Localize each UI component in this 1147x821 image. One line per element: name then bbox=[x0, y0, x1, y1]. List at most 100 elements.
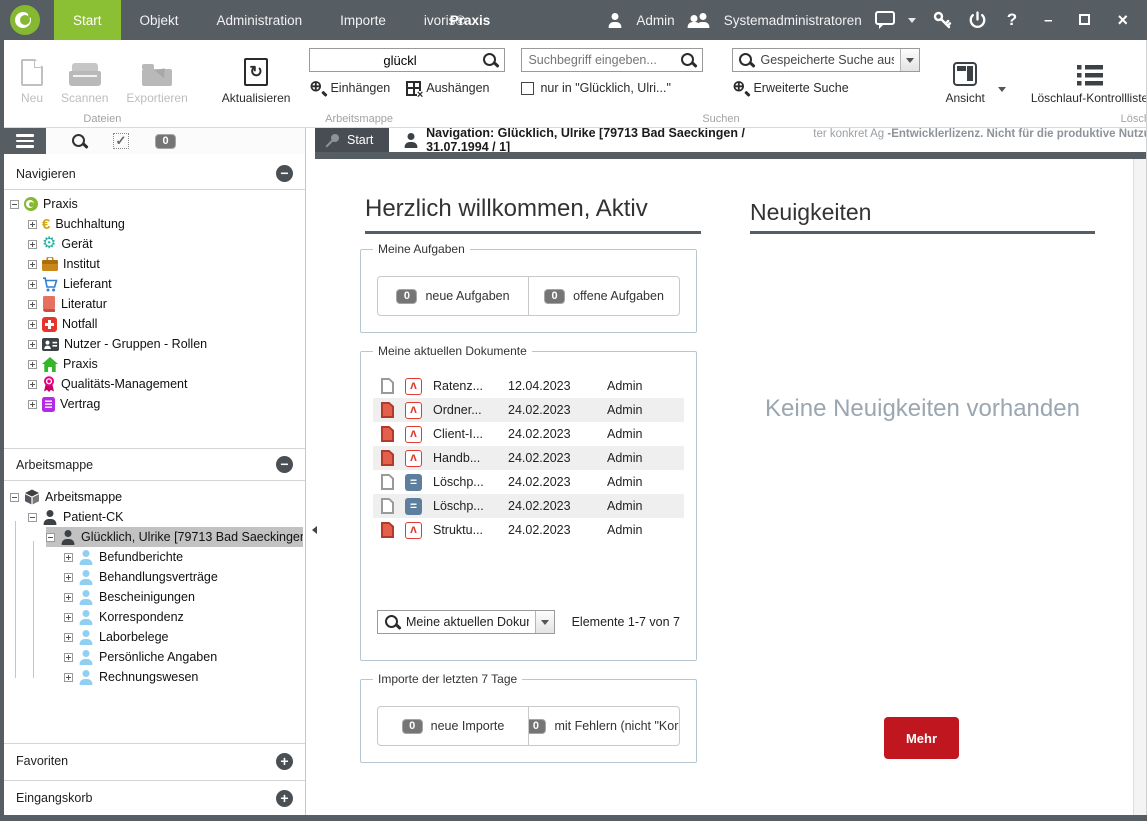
expand-box-icon[interactable] bbox=[64, 633, 73, 642]
loeschlauf-kontrollliste-button[interactable]: Löschlauf-Kontrollliste bbox=[1022, 45, 1147, 107]
expand-icon[interactable] bbox=[276, 753, 293, 770]
search-term-input[interactable] bbox=[528, 53, 676, 67]
document-row[interactable]: Client-I... 24.02.2023 Admin bbox=[373, 422, 684, 446]
tree-item-geraet[interactable]: Gerät bbox=[28, 234, 303, 254]
maximize-button[interactable] bbox=[1072, 12, 1097, 29]
sidebar-search-icon[interactable] bbox=[72, 134, 87, 149]
document-row[interactable]: Löschp... 24.02.2023 Admin bbox=[373, 470, 684, 494]
tree-item-rechnungswesen[interactable]: Rechnungswesen bbox=[64, 667, 303, 687]
aushaengen-button[interactable]: Aushängen bbox=[406, 80, 489, 96]
tree-item-korrespondenz[interactable]: Korrespondenz bbox=[64, 607, 303, 627]
help-button[interactable]: ? bbox=[1000, 10, 1024, 30]
einhaengen-button[interactable]: Einhängen bbox=[309, 80, 390, 96]
section-arbeitsmappe[interactable]: Arbeitsmappe bbox=[4, 448, 305, 481]
menu-start[interactable]: Start bbox=[54, 0, 121, 40]
expand-box-icon[interactable] bbox=[28, 380, 37, 389]
tree-item-selected-patient[interactable]: Glücklich, Ulrike [79713 Bad Saeckingen … bbox=[46, 527, 303, 547]
expand-box-icon[interactable] bbox=[28, 220, 37, 229]
expand-box-icon[interactable] bbox=[64, 673, 73, 682]
section-favoriten[interactable]: Favoriten bbox=[4, 743, 305, 778]
tree-item-behandlungsvertraege[interactable]: Behandlungsverträge bbox=[64, 567, 303, 587]
tree-item-arbeitsmappe-root[interactable]: Arbeitsmappe bbox=[10, 487, 303, 507]
menu-objekt[interactable]: Objekt bbox=[121, 0, 198, 40]
tree-item-lieferant[interactable]: Lieferant bbox=[28, 274, 303, 294]
collapse-box-icon[interactable] bbox=[46, 533, 55, 542]
dropdown-caret-icon[interactable] bbox=[900, 49, 919, 71]
imports-errors-button[interactable]: 0 mit Fehlern (nicht "Korr bbox=[529, 706, 680, 746]
ansicht-button[interactable]: Ansicht bbox=[936, 45, 993, 107]
workspace-search-input[interactable] bbox=[316, 53, 483, 68]
expand-box-icon[interactable] bbox=[28, 360, 37, 369]
sidebar-counter-badge[interactable]: 0 bbox=[155, 134, 176, 149]
aktualisieren-button[interactable]: Aktualisieren bbox=[213, 45, 300, 107]
collapse-box-icon[interactable] bbox=[10, 493, 19, 502]
document-row[interactable]: Ordner... 24.02.2023 Admin bbox=[373, 398, 684, 422]
nur-in-checkbox[interactable] bbox=[521, 82, 534, 95]
tree-item-buchhaltung[interactable]: Buchhaltung bbox=[28, 214, 303, 234]
tree-item-laborbelege[interactable]: Laborbelege bbox=[64, 627, 303, 647]
expand-icon[interactable] bbox=[276, 790, 293, 807]
scannen-button[interactable]: Scannen bbox=[52, 45, 117, 107]
erweiterte-suche-button[interactable]: Erweiterte Suche bbox=[732, 80, 920, 96]
expand-box-icon[interactable] bbox=[28, 280, 37, 289]
expand-box-icon[interactable] bbox=[64, 613, 73, 622]
sidebar-check-icon[interactable] bbox=[113, 133, 129, 149]
expand-box-icon[interactable] bbox=[28, 300, 37, 309]
tree-item-institut[interactable]: Institut bbox=[28, 254, 303, 274]
collapse-icon[interactable] bbox=[276, 165, 293, 182]
expand-box-icon[interactable] bbox=[64, 553, 73, 562]
collapse-box-icon[interactable] bbox=[28, 513, 37, 522]
tree-item-literatur[interactable]: Literatur bbox=[28, 294, 303, 314]
neu-button[interactable]: Neu bbox=[12, 45, 52, 107]
menu-administration[interactable]: Administration bbox=[198, 0, 322, 40]
tree-item-notfall[interactable]: Notfall bbox=[28, 314, 303, 334]
current-user[interactable]: Admin bbox=[636, 13, 674, 28]
saved-search-dropdown[interactable]: Gespeicherte Suche aus bbox=[732, 48, 920, 72]
exportieren-button[interactable]: Exportieren bbox=[117, 45, 196, 107]
open-tasks-button[interactable]: 0 offene Aufgaben bbox=[529, 276, 680, 316]
search-icon[interactable] bbox=[483, 53, 498, 68]
tree-item-vertrag[interactable]: Vertrag bbox=[28, 394, 303, 414]
collapse-box-icon[interactable] bbox=[10, 200, 19, 209]
documents-filter-dropdown[interactable]: Meine aktuellen Dokum bbox=[377, 610, 555, 634]
tree-item-praxis[interactable]: Praxis bbox=[28, 354, 303, 374]
expand-box-icon[interactable] bbox=[64, 653, 73, 662]
messages-caret-icon[interactable] bbox=[908, 18, 916, 27]
tab-start[interactable]: Start bbox=[315, 128, 389, 152]
current-group[interactable]: Systemadministratoren bbox=[724, 13, 862, 28]
key-icon[interactable] bbox=[932, 10, 952, 30]
document-row[interactable]: Struktu... 24.02.2023 Admin bbox=[373, 518, 684, 542]
minimize-button[interactable]: – bbox=[1037, 12, 1059, 29]
collapse-icon[interactable] bbox=[276, 456, 293, 473]
document-row[interactable]: Handb... 24.02.2023 Admin bbox=[373, 446, 684, 470]
expand-box-icon[interactable] bbox=[64, 593, 73, 602]
menu-importe[interactable]: Importe bbox=[321, 0, 405, 40]
hamburger-menu-button[interactable] bbox=[4, 128, 46, 154]
new-imports-button[interactable]: 0 neue Importe bbox=[377, 706, 529, 746]
tree-item-persoenliche-angaben[interactable]: Persönliche Angaben bbox=[64, 647, 303, 667]
expand-box-icon[interactable] bbox=[28, 240, 37, 249]
tree-item-nutzer-gruppen-rollen[interactable]: Nutzer - Gruppen - Rollen bbox=[28, 334, 303, 354]
tree-item-patient-ck[interactable]: Patient-CK bbox=[28, 507, 303, 527]
expand-box-icon[interactable] bbox=[28, 400, 37, 409]
new-tasks-button[interactable]: 0 neue Aufgaben bbox=[377, 276, 529, 316]
ansicht-caret-icon[interactable] bbox=[998, 87, 1006, 96]
close-button[interactable]: × bbox=[1110, 10, 1135, 31]
document-row[interactable]: Ratenz... 12.04.2023 Admin bbox=[373, 374, 684, 398]
section-navigieren[interactable]: Navigieren bbox=[4, 158, 305, 190]
tree-item-bescheinigungen[interactable]: Bescheinigungen bbox=[64, 587, 303, 607]
section-eingangskorb[interactable]: Eingangskorb bbox=[4, 780, 305, 815]
sidebar-splitter[interactable] bbox=[307, 128, 315, 815]
collapse-sidebar-arrow-icon[interactable] bbox=[308, 526, 317, 534]
search-icon[interactable] bbox=[681, 53, 696, 68]
mehr-button[interactable]: Mehr bbox=[884, 717, 959, 759]
expand-box-icon[interactable] bbox=[28, 320, 37, 329]
messages-icon[interactable] bbox=[875, 11, 895, 25]
document-row[interactable]: Löschp... 24.02.2023 Admin bbox=[373, 494, 684, 518]
dropdown-caret-icon[interactable] bbox=[535, 611, 554, 633]
tree-item-befundberichte[interactable]: Befundberichte bbox=[64, 547, 303, 567]
expand-box-icon[interactable] bbox=[64, 573, 73, 582]
power-icon[interactable] bbox=[968, 11, 987, 30]
expand-box-icon[interactable] bbox=[28, 260, 37, 269]
tree-item-qualitaets-management[interactable]: Qualitäts-Management bbox=[28, 374, 303, 394]
